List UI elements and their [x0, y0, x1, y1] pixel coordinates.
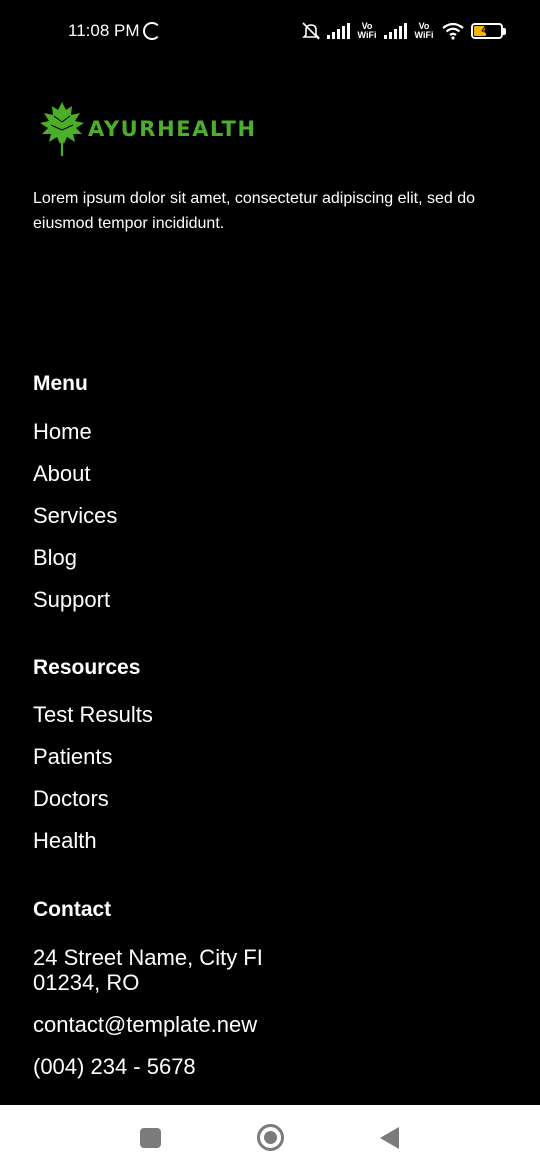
- contact-title: Contact: [33, 898, 112, 921]
- intro-text: Lorem ipsum dolor sit amet, consectetur …: [33, 190, 475, 232]
- brand-name: AYURHEALTH: [88, 117, 257, 141]
- contact-address: 24 Street Name, City FI 01234, RO: [33, 945, 263, 995]
- battery-indicator: 46: [471, 23, 506, 39]
- signal-icon-1: [327, 23, 350, 39]
- battery-icon: 46: [471, 23, 503, 39]
- menu-item-support[interactable]: Support: [33, 585, 117, 627]
- system-nav-bar: [0, 1105, 540, 1170]
- status-icons: Vo WiFi Vo WiFi 46: [301, 19, 506, 43]
- resources-title: Resources: [33, 656, 141, 679]
- menu-list: Home About Services Blog Support: [33, 417, 117, 627]
- resource-item-test-results[interactable]: Test Results: [33, 700, 153, 742]
- recents-icon[interactable]: [140, 1128, 161, 1148]
- vowifi-icon-1: Vo WiFi: [357, 21, 377, 40]
- resource-item-patients[interactable]: Patients: [33, 742, 153, 784]
- leaf-icon: [40, 102, 84, 156]
- vowifi-icon-2: Vo WiFi: [414, 21, 434, 40]
- wifi-icon: [442, 22, 464, 40]
- menu-item-home[interactable]: Home: [33, 417, 117, 459]
- menu-item-services[interactable]: Services: [33, 501, 117, 543]
- back-icon[interactable]: [380, 1127, 399, 1149]
- status-bar: 11:08 PM Vo WiFi Vo WiFi 46: [0, 0, 540, 64]
- resource-item-health[interactable]: Health: [33, 826, 153, 868]
- menu-item-about[interactable]: About: [33, 459, 117, 501]
- status-time: 11:08 PM: [68, 21, 161, 41]
- home-icon[interactable]: [257, 1124, 284, 1151]
- battery-level: 46: [481, 25, 493, 36]
- brand-logo[interactable]: AYURHEALTH: [38, 100, 257, 158]
- signal-icon-2: [384, 23, 407, 39]
- resource-item-doctors[interactable]: Doctors: [33, 784, 153, 826]
- contact-email[interactable]: contact@template.new: [33, 1012, 293, 1037]
- bell-off-icon: [302, 22, 320, 40]
- loading-icon: [142, 22, 161, 40]
- contact-phone[interactable]: (004) 234 - 5678: [33, 1054, 293, 1079]
- resources-list: Test Results Patients Doctors Health: [33, 700, 153, 868]
- menu-item-blog[interactable]: Blog: [33, 543, 117, 585]
- clock-text: 11:08 PM: [68, 21, 140, 40]
- contact-list: 24 Street Name, City FI 01234, RO contac…: [33, 945, 293, 1096]
- menu-title: Menu: [33, 372, 88, 395]
